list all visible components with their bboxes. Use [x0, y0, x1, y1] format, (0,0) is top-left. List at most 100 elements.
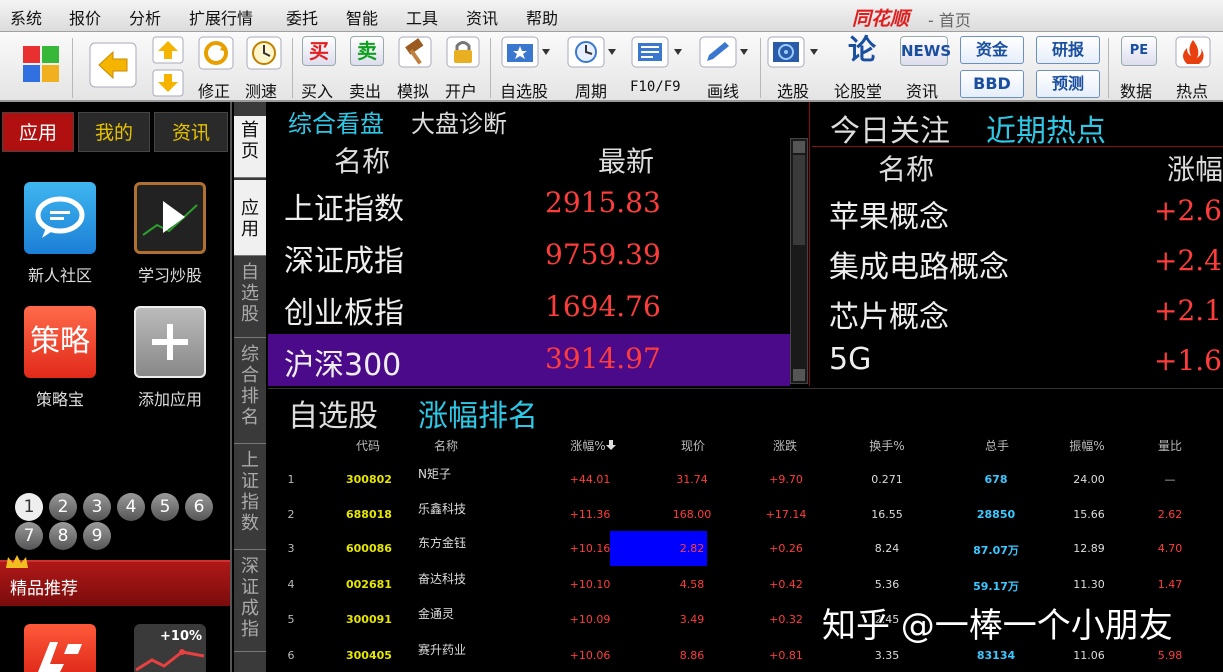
sell-button[interactable]: 卖 卖出	[348, 36, 386, 101]
forecast-button[interactable]: 预测	[1036, 70, 1100, 98]
back-button[interactable]	[88, 42, 138, 90]
stock-name-cell: 赛升药业	[418, 643, 467, 657]
tab-market-overview[interactable]: 综合看盘	[288, 104, 384, 139]
menu-quotes[interactable]: 报价	[69, 5, 101, 29]
header-volume-ratio[interactable]: 量比	[1150, 437, 1190, 454]
menu-trade[interactable]: 委托	[286, 5, 318, 29]
app-add[interactable]: 添加应用	[115, 306, 225, 410]
menu-tools[interactable]: 工具	[406, 5, 438, 29]
app-newbie-community[interactable]: 新人社区	[5, 182, 115, 286]
data-button[interactable]: PE 数据	[1118, 36, 1160, 101]
menu-news[interactable]: 资讯	[466, 5, 498, 29]
turnover-cell: 0.271	[871, 473, 903, 486]
menu-extended-quotes[interactable]: 扩展行情	[189, 5, 253, 29]
table-row[interactable]: 6 300405 赛升药业 +10.06 8.86 +0.81 3.35 83134 11.06…	[268, 643, 1223, 667]
header-change[interactable]: 涨跌	[765, 437, 805, 454]
page-dot-6[interactable]: 6	[185, 493, 213, 521]
concept-change: +2.6	[1154, 194, 1222, 227]
vtab-home[interactable]: 首页	[234, 116, 266, 178]
page-dot-9[interactable]: 9	[83, 522, 111, 550]
tab-apps[interactable]: 应用	[2, 112, 74, 152]
f10-button[interactable]: F10/F9	[630, 36, 688, 100]
page-dot-2[interactable]: 2	[49, 493, 77, 521]
page-dot-7[interactable]: 7	[15, 522, 43, 550]
funds-button[interactable]: 资金	[960, 36, 1024, 64]
bbd-button[interactable]: BBD	[960, 70, 1024, 98]
simulate-label: 模拟	[397, 82, 430, 101]
select-stock-button[interactable]: 选股	[766, 36, 822, 101]
scroll-thumb[interactable]	[793, 155, 805, 245]
simulate-button[interactable]: 模拟	[396, 36, 434, 101]
hot-row[interactable]: 集成电路概念 +2.4	[812, 236, 1223, 286]
table-row[interactable]: 4 002681 奋达科技 +10.10 4.58 +0.42 5.36 59.17万 11.3…	[268, 572, 1223, 596]
page-dot-8[interactable]: 8	[49, 522, 77, 550]
speed-test-button[interactable]: 测速	[244, 36, 284, 101]
vtab-watchlist[interactable]: 自选股	[234, 258, 266, 338]
buy-button[interactable]: 买 买入	[300, 36, 338, 101]
open-account-button[interactable]: 开户	[444, 36, 482, 101]
market-row[interactable]: 深证成指 9759.39	[268, 230, 790, 282]
scrollbar[interactable]	[790, 138, 808, 384]
research-button[interactable]: 研报	[1036, 36, 1100, 64]
header-volume[interactable]: 总手	[977, 437, 1017, 454]
scroll-down-arrow[interactable]	[793, 369, 805, 381]
col-change-header: 涨幅	[1167, 153, 1223, 186]
header-change-pct[interactable]: 涨幅%	[566, 437, 610, 454]
header-price[interactable]: 现价	[673, 437, 713, 454]
page-dot-5[interactable]: 5	[151, 493, 179, 521]
promo-app-1[interactable]	[24, 624, 96, 672]
draw-line-button[interactable]: 画线	[698, 36, 752, 101]
market-row-selected[interactable]: 沪深300 3914.97	[268, 334, 790, 386]
promo-app-2[interactable]: +10%	[134, 624, 206, 672]
menu-system[interactable]: 系统	[10, 5, 42, 29]
menu-analysis[interactable]: 分析	[129, 5, 161, 29]
tab-market-diagnosis[interactable]: 大盘诊断	[411, 104, 507, 139]
news-label: 资讯	[906, 82, 939, 101]
hot-button[interactable]: 热点	[1172, 36, 1214, 101]
tab-news[interactable]: 资讯	[154, 112, 228, 152]
volume-ratio-cell: 4.70	[1157, 542, 1183, 555]
page-dot-4[interactable]: 4	[117, 493, 145, 521]
hot-row[interactable]: 5G +1.6	[812, 336, 1223, 386]
app-label: 策略宝	[35, 390, 84, 409]
hot-row[interactable]: 芯片概念 +2.1	[812, 286, 1223, 336]
header-turnover[interactable]: 换手%	[864, 437, 910, 454]
hot-row[interactable]: 苹果概念 +2.6	[812, 186, 1223, 236]
layout-button[interactable]	[20, 44, 62, 86]
edit-button[interactable]: 修正	[196, 36, 236, 101]
vtab-sz-index[interactable]: 深证成指	[234, 552, 266, 652]
app-learn-trading[interactable]: 学习炒股	[115, 182, 225, 286]
tab-mine[interactable]: 我的	[78, 112, 150, 152]
period-button[interactable]: 周期	[566, 36, 620, 101]
tab-recent-hot[interactable]: 近期热点	[986, 106, 1106, 150]
tab-gain-ranking[interactable]: 涨幅排名	[418, 391, 538, 435]
promo-badge: +10%	[160, 629, 203, 644]
vtab-apps[interactable]: 应用	[234, 180, 266, 256]
menu-smart[interactable]: 智能	[346, 5, 378, 29]
market-row[interactable]: 创业板指 1694.76	[268, 282, 790, 334]
tab-today-focus[interactable]: 今日关注	[830, 106, 950, 150]
header-name[interactable]: 名称	[426, 437, 466, 454]
forum-button[interactable]: 论 论股堂	[832, 36, 892, 102]
volume-ratio-cell: —	[1164, 473, 1176, 486]
app-strategy[interactable]: 策略 策略宝	[5, 306, 115, 410]
page-dot-3[interactable]: 3	[83, 493, 111, 521]
table-row[interactable]: 2 688018 乐鑫科技 +11.36 168.00 +17.14 16.55 28850 1…	[268, 502, 1223, 526]
table-row[interactable]: 3 600086 东方金钰 +10.16 2.82 +0.26 8.24 87.07万 12.8…	[268, 531, 1223, 566]
watchlist-button[interactable]: 自选股	[500, 36, 554, 101]
tab-watchlist[interactable]: 自选股	[288, 391, 378, 435]
up-button[interactable]	[152, 36, 184, 66]
amplitude-cell: 12.89	[1073, 542, 1105, 555]
header-amplitude[interactable]: 振幅%	[1064, 437, 1110, 454]
page-dot-1[interactable]: 1	[15, 493, 43, 521]
news-button[interactable]: NEWS 资讯	[898, 36, 951, 101]
vtab-sh-index[interactable]: 上证指数	[234, 446, 266, 550]
down-button[interactable]	[152, 69, 184, 99]
header-code[interactable]: 代码	[348, 437, 388, 454]
market-row[interactable]: 上证指数 2915.83	[268, 178, 790, 230]
open-account-label: 开户	[445, 82, 478, 101]
scroll-up-arrow[interactable]	[793, 141, 805, 153]
menu-help[interactable]: 帮助	[526, 5, 558, 29]
table-row[interactable]: 1 300802 N矩子 +44.01 31.74 +9.70 0.271 678 24.00 —	[268, 467, 1223, 491]
vtab-ranking[interactable]: 综合排名	[234, 340, 266, 444]
